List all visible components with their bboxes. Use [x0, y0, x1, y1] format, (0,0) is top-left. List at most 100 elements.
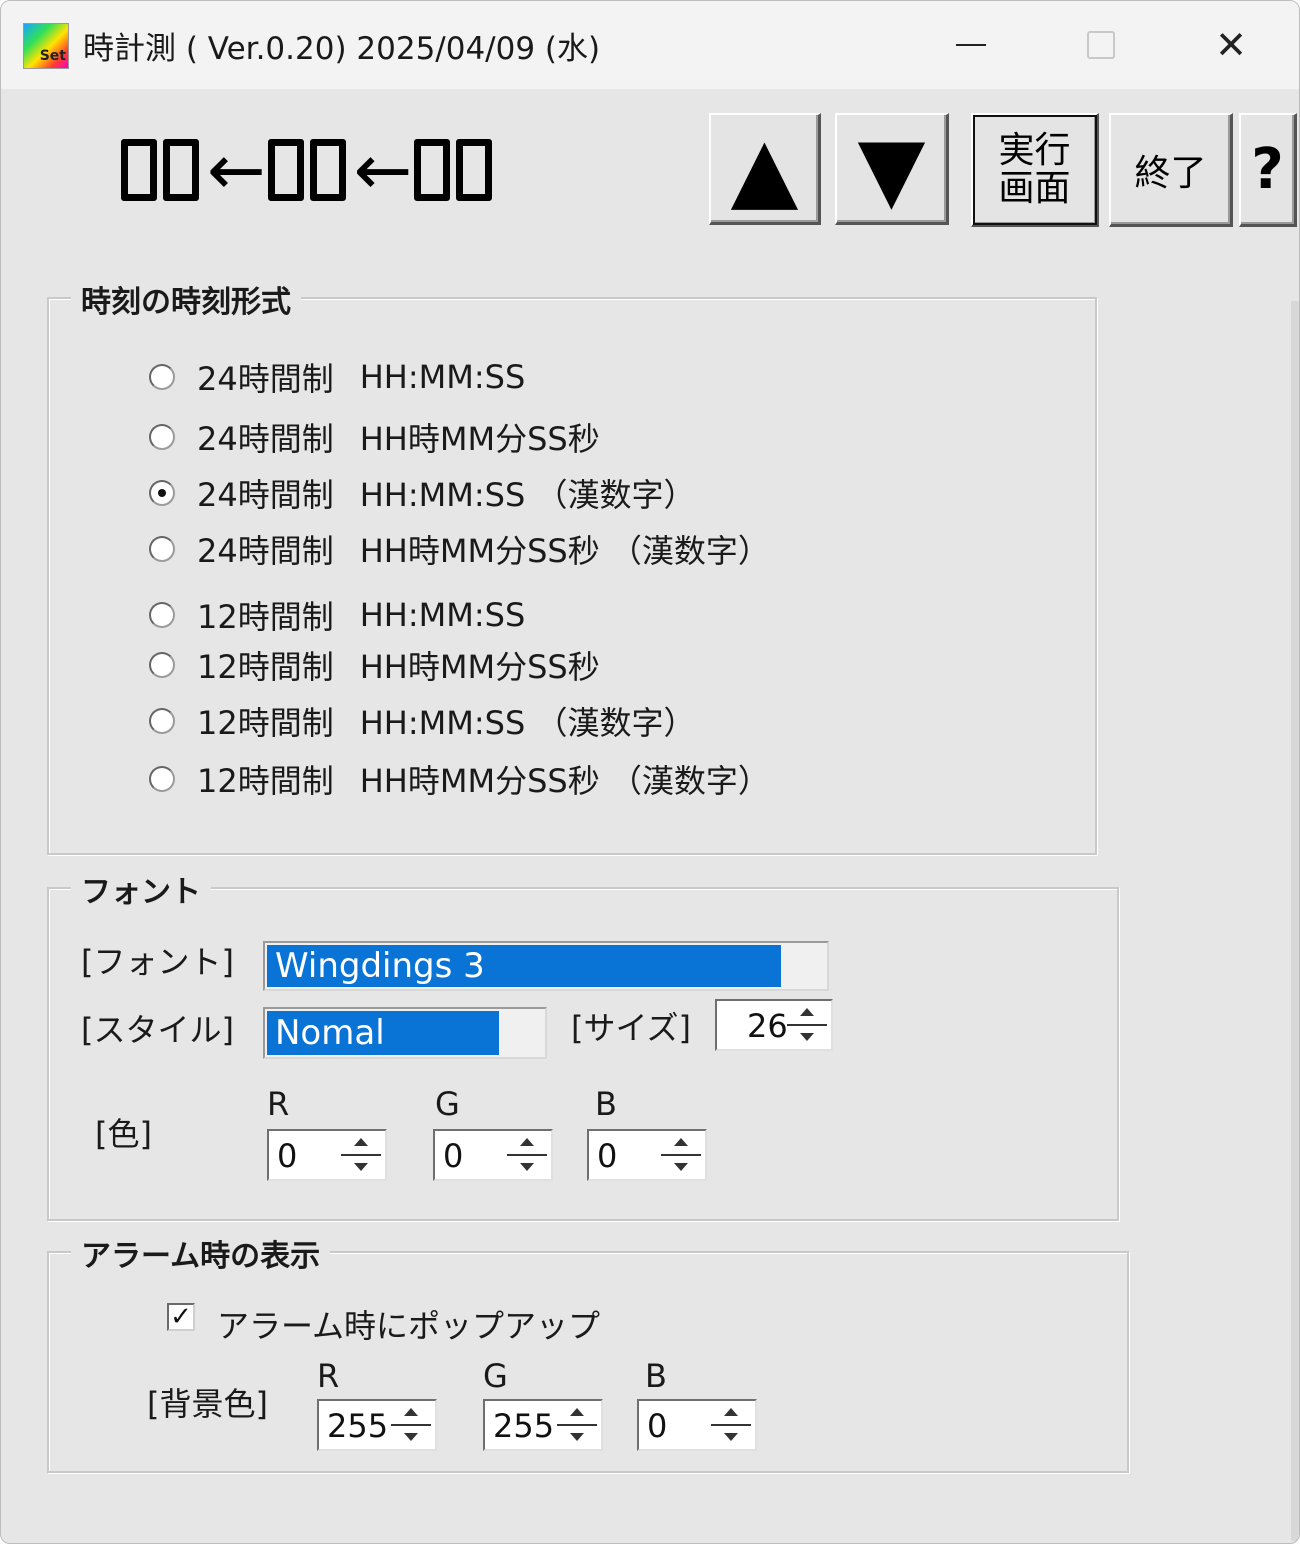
spinner-arrows-icon[interactable] — [787, 1005, 827, 1045]
font-color-r-spinner[interactable]: 0 — [267, 1129, 387, 1181]
bg-color-r-value: 255 — [327, 1407, 389, 1445]
minimize-button[interactable] — [907, 1, 1035, 89]
font-color-r-value: 0 — [277, 1137, 298, 1175]
alarm-display-group: アラーム時の表示 ✓ アラーム時にポップアップ [背景色] R G B 255 … — [47, 1231, 1129, 1473]
format-option-3[interactable]: 24時間制 HH:MM:SS （漢数字） — [149, 473, 695, 514]
radio-unchecked-icon[interactable] — [149, 602, 175, 628]
font-r-label: R — [267, 1085, 290, 1123]
close-button[interactable]: ✕ — [1167, 1, 1295, 89]
font-color-b-spinner[interactable]: 0 — [587, 1129, 707, 1181]
popup-checkbox[interactable]: ✓ — [167, 1303, 195, 1331]
bg-color-b-value: 0 — [647, 1407, 668, 1445]
quit-label: 終了 — [1134, 152, 1207, 194]
clock-preview: ← ← — [121, 129, 498, 211]
format-option-4[interactable]: 24時間制 HH時MM分SS秒 （漢数字） — [149, 529, 770, 570]
spinner-arrows-icon[interactable] — [557, 1405, 597, 1445]
size-spinner[interactable]: 26 — [715, 999, 833, 1051]
font-g-label: G — [435, 1085, 460, 1123]
font-selected-item[interactable]: Wingdings 3 — [267, 945, 781, 987]
missing-glyph-icon — [309, 139, 346, 201]
clock-separator-arrow: ← — [353, 129, 413, 211]
format-option-mode: 24時間制 — [197, 360, 334, 398]
window-title: 時計測 ( Ver.0.20) 2025/04/09 (水) — [83, 31, 601, 67]
execute-screen-button[interactable]: 実行 画面 — [971, 113, 1099, 227]
move-down-button[interactable]: ▼ — [835, 113, 949, 225]
exec-label-line1: 実行 — [998, 129, 1071, 171]
format-option-1[interactable]: 24時間制 HH:MM:SS — [149, 357, 526, 398]
radio-checked-icon[interactable] — [149, 480, 175, 506]
bg-color-g-spinner[interactable]: 255 — [483, 1399, 603, 1451]
main-window: Set 時計測 ( Ver.0.20) 2025/04/09 (水) ✕ ← ←… — [0, 0, 1300, 1544]
missing-glyph-icon — [456, 139, 493, 201]
help-button[interactable]: ? — [1239, 113, 1297, 227]
format-option-pattern: HH時MM分SS秒 — [359, 648, 600, 686]
popup-label[interactable]: アラーム時にポップアップ — [217, 1301, 600, 1347]
format-option-pattern: HH:MM:SS — [359, 596, 526, 634]
radio-unchecked-icon[interactable] — [149, 364, 175, 390]
format-option-pattern: HH:MM:SS — [359, 358, 526, 396]
move-up-button[interactable]: ▲ — [709, 113, 821, 225]
format-option-pattern: HH時MM分SS秒 （漢数字） — [359, 762, 770, 800]
title-bar[interactable]: Set 時計測 ( Ver.0.20) 2025/04/09 (水) ✕ — [1, 1, 1299, 89]
style-listbox[interactable]: Nomal — [263, 1007, 547, 1059]
radio-unchecked-icon[interactable] — [149, 766, 175, 792]
quit-button[interactable]: 終了 — [1109, 113, 1233, 227]
maximize-button[interactable] — [1037, 1, 1165, 89]
bg-color-r-spinner[interactable]: 255 — [317, 1399, 437, 1451]
font-legend: フォント — [71, 867, 211, 911]
format-option-mode: 24時間制 — [197, 532, 334, 570]
bg-b-label: B — [645, 1357, 667, 1395]
radio-unchecked-icon[interactable] — [149, 708, 175, 734]
radio-unchecked-icon[interactable] — [149, 536, 175, 562]
app-icon-text: Set — [39, 48, 66, 64]
right-edge-track — [1291, 301, 1299, 1541]
format-option-mode: 12時間制 — [197, 704, 334, 742]
bg-r-label: R — [317, 1357, 340, 1395]
time-format-legend: 時刻の時刻形式 — [71, 277, 301, 321]
radio-unchecked-icon[interactable] — [149, 424, 175, 450]
missing-glyph-icon — [121, 139, 157, 201]
font-listbox[interactable]: Wingdings 3 — [263, 941, 829, 991]
spinner-arrows-icon[interactable] — [507, 1135, 547, 1175]
format-option-7[interactable]: 12時間制 HH:MM:SS （漢数字） — [149, 701, 696, 742]
format-option-8[interactable]: 12時間制 HH時MM分SS秒 （漢数字） — [149, 759, 770, 800]
triangle-up-icon: ▲ — [730, 116, 799, 220]
spinner-arrows-icon[interactable] — [341, 1135, 381, 1175]
bg-color-g-value: 255 — [493, 1407, 555, 1445]
style-selected-item[interactable]: Nomal — [267, 1011, 499, 1055]
format-option-mode: 12時間制 — [197, 648, 334, 686]
color-label: [色] — [95, 1115, 152, 1153]
format-option-pattern: HH時MM分SS秒 — [359, 420, 600, 458]
alarm-legend: アラーム時の表示 — [71, 1231, 331, 1275]
close-icon: ✕ — [1215, 23, 1247, 67]
font-color-g-value: 0 — [443, 1137, 464, 1175]
spinner-arrows-icon[interactable] — [391, 1405, 431, 1445]
app-icon: Set — [23, 23, 69, 69]
format-option-mode: 24時間制 — [197, 476, 334, 514]
format-option-5[interactable]: 12時間制 HH:MM:SS — [149, 595, 526, 636]
help-icon: ? — [1251, 137, 1284, 202]
format-option-mode: 12時間制 — [197, 598, 334, 636]
style-label: [スタイル] — [81, 1011, 234, 1049]
exec-label-line2: 画面 — [998, 167, 1071, 209]
spinner-arrows-icon[interactable] — [661, 1135, 701, 1175]
font-color-g-spinner[interactable]: 0 — [433, 1129, 553, 1181]
minimize-icon — [956, 44, 986, 46]
clock-separator-arrow: ← — [207, 129, 266, 211]
format-option-pattern: HH:MM:SS （漢数字） — [359, 704, 696, 742]
triangle-down-icon: ▼ — [857, 116, 926, 220]
font-label: [フォント] — [81, 943, 234, 981]
missing-glyph-icon — [414, 139, 451, 201]
maximize-icon — [1087, 31, 1115, 59]
spinner-arrows-icon[interactable] — [711, 1405, 751, 1445]
radio-unchecked-icon[interactable] — [149, 652, 175, 678]
bg-g-label: G — [483, 1357, 508, 1395]
font-b-label: B — [595, 1085, 617, 1123]
format-option-6[interactable]: 12時間制 HH時MM分SS秒 — [149, 645, 600, 686]
missing-glyph-icon — [267, 139, 304, 201]
format-option-mode: 24時間制 — [197, 420, 334, 458]
size-value: 26 — [747, 1007, 788, 1045]
check-icon: ✓ — [170, 1302, 192, 1332]
bg-color-b-spinner[interactable]: 0 — [637, 1399, 757, 1451]
format-option-2[interactable]: 24時間制 HH時MM分SS秒 — [149, 417, 600, 458]
